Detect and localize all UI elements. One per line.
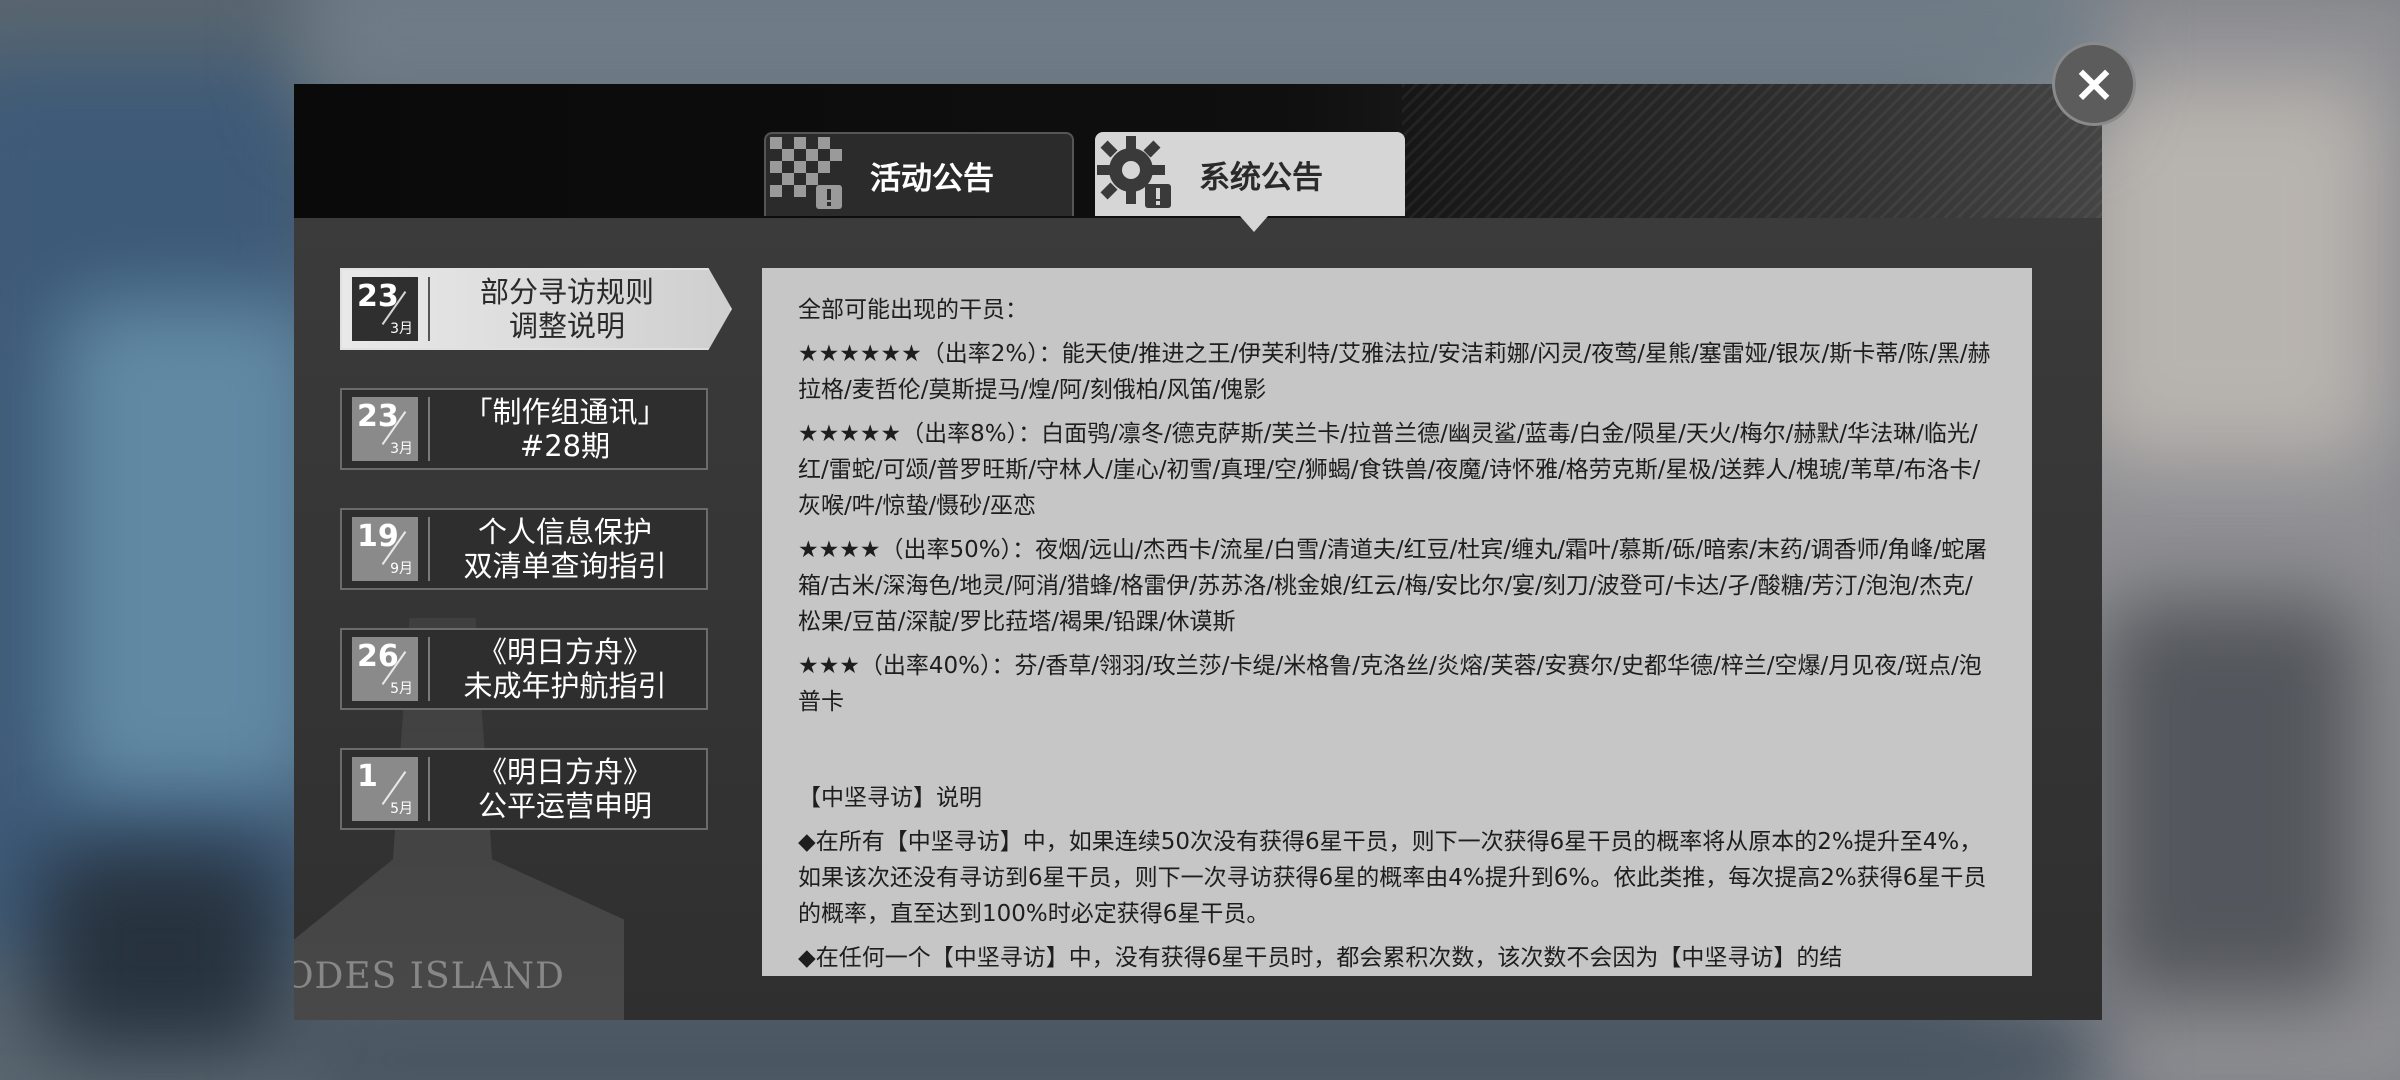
date-month: 5月 bbox=[390, 681, 413, 697]
close-icon: × bbox=[2072, 54, 2116, 114]
date-badge: 23 3月 bbox=[352, 397, 418, 461]
date-month: 9月 bbox=[390, 561, 413, 577]
date-badge: 26 5月 bbox=[352, 637, 418, 701]
announcement-item[interactable]: 19 9月 个人信息保护 双清单查询指引 bbox=[340, 508, 708, 590]
six-star-list: ★★★★★★（出率2%）：能天使/推进之王/伊芙利特/艾雅法拉/安洁莉娜/闪灵/… bbox=[798, 341, 1991, 403]
announcement-item[interactable]: 23 3月 部分寻访规则 调整说明 bbox=[340, 268, 732, 350]
gear-alert-icon bbox=[1095, 132, 1179, 216]
content-heading: 全部可能出现的干员： bbox=[798, 297, 1028, 323]
tab-label: 系统公告 bbox=[1199, 159, 1323, 196]
announcement-item[interactable]: 1 5月 《明日方舟》 公平运营申明 bbox=[340, 748, 708, 830]
announcement-item[interactable]: 26 5月 《明日方舟》 未成年护航指引 bbox=[340, 628, 708, 710]
date-month: 3月 bbox=[390, 321, 413, 337]
close-button[interactable]: × bbox=[2052, 42, 2136, 126]
rule-paragraph: ◆在所有【中坚寻访】中，如果连续50次没有获得6星干员，则下一次获得6星干员的概… bbox=[798, 829, 1987, 927]
announcement-title: 「制作组通讯」 #28期 bbox=[463, 395, 667, 463]
rule-paragraph: ◆在任何一个【中坚寻访】中，没有获得6星干员时，都会累积次数，该次数不会因为【中… bbox=[798, 945, 1843, 971]
tab-event-announcements[interactable]: 活动公告 bbox=[764, 132, 1074, 216]
five-star-list: ★★★★★（出率8%）：白面鸮/凛冬/德克萨斯/芙兰卡/拉普兰德/幽灵鲨/蓝毒/… bbox=[798, 421, 1981, 519]
announcement-item[interactable]: 23 3月 「制作组通讯」 #28期 bbox=[340, 388, 708, 470]
announcement-title: 个人信息保护 双清单查询指引 bbox=[463, 515, 667, 583]
date-month: 5月 bbox=[390, 801, 413, 817]
date-badge: 1 5月 bbox=[352, 757, 418, 821]
date-badge: 23 3月 bbox=[352, 277, 418, 341]
date-badge: 19 9月 bbox=[352, 517, 418, 581]
checkered-flag-alert-icon bbox=[766, 133, 850, 217]
announcement-title: 《明日方舟》 未成年护航指引 bbox=[463, 635, 667, 703]
tab-system-announcements[interactable]: 系统公告 bbox=[1095, 132, 1405, 232]
announcement-title: 部分寻访规则 调整说明 bbox=[479, 275, 654, 343]
tab-label: 活动公告 bbox=[870, 160, 994, 197]
four-star-list: ★★★★（出率50%）：夜烟/远山/杰西卡/流星/白雪/清道夫/红豆/杜宾/缠丸… bbox=[798, 537, 1988, 635]
section-title: 【中坚寻访】说明 bbox=[798, 785, 982, 811]
watermark-text: ODES ISLAND bbox=[294, 956, 565, 997]
announcement-title: 《明日方舟》 公平运营申明 bbox=[477, 755, 652, 823]
announcement-content[interactable]: 全部可能出现的干员： ★★★★★★（出率2%）：能天使/推进之王/伊芙利特/艾雅… bbox=[762, 268, 2032, 976]
date-day: 1 bbox=[357, 759, 378, 794]
three-star-list: ★★★（出率40%）：芬/香草/翎羽/玫兰莎/卡缇/米格鲁/克洛丝/炎熔/芙蓉/… bbox=[798, 653, 1982, 715]
date-month: 3月 bbox=[390, 441, 413, 457]
